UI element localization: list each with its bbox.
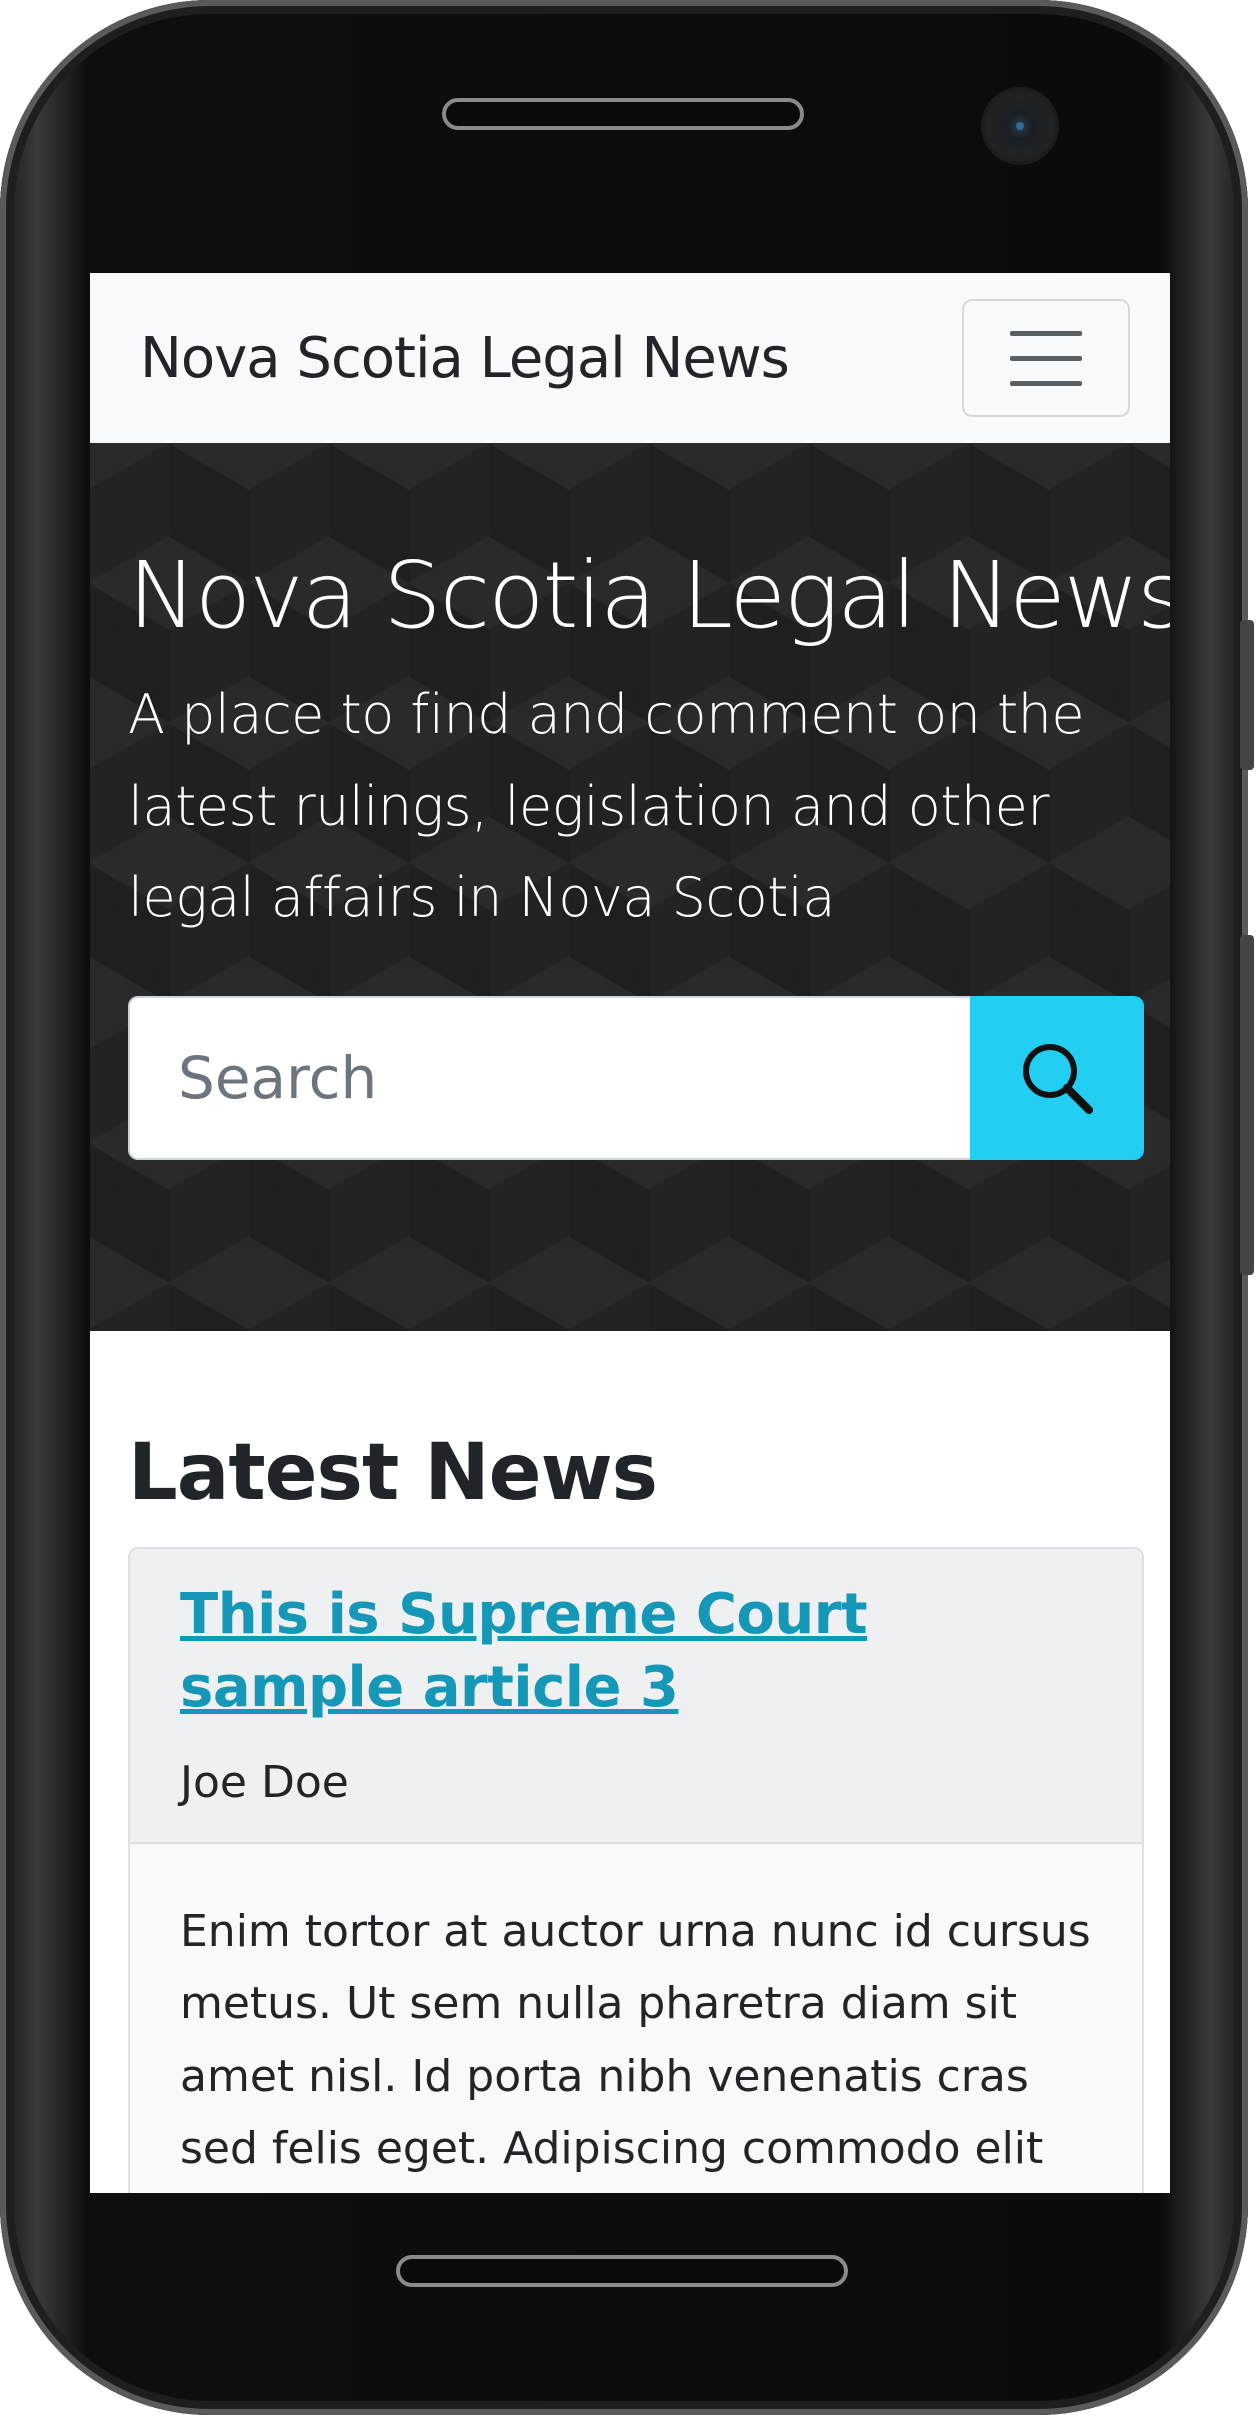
power-button	[1240, 935, 1254, 1275]
search-button[interactable]	[970, 996, 1144, 1161]
navbar: Nova Scotia Legal News	[90, 273, 1170, 443]
article-card: This is Supreme Court sample article 3 J…	[128, 1546, 1144, 2193]
home-button[interactable]	[396, 2255, 848, 2287]
screen: Nova Scotia Legal News Nova Scotia Legal…	[90, 273, 1170, 2193]
navbar-toggler-button[interactable]	[962, 299, 1130, 417]
article-title-link[interactable]: This is Supreme Court sample article 3	[180, 1579, 1092, 1725]
phone-frame: Nova Scotia Legal News Nova Scotia Legal…	[0, 0, 1254, 2415]
search-input[interactable]	[128, 996, 970, 1161]
front-camera	[984, 90, 1056, 162]
earpiece-speaker	[442, 98, 804, 130]
search-group	[128, 996, 1144, 1161]
hero-title: Nova Scotia Legal News	[128, 542, 1170, 649]
navbar-brand[interactable]: Nova Scotia Legal News	[140, 326, 790, 391]
latest-news-section: Latest News This is Supreme Court sample…	[90, 1331, 1170, 2193]
hero-jumbotron: Nova Scotia Legal News A place to find a…	[90, 443, 1170, 1331]
article-card-body: Enim tortor at auctor urna nunc id cursu…	[130, 1844, 1142, 2193]
article-excerpt: Enim tortor at auctor urna nunc id cursu…	[180, 1905, 1091, 2175]
search-icon	[1023, 1044, 1093, 1115]
hamburger-menu-icon-line	[1010, 380, 1082, 386]
article-author: Joe Doe	[180, 1757, 349, 1809]
volume-button	[1240, 620, 1254, 770]
article-card-header: This is Supreme Court sample article 3 J…	[130, 1548, 1142, 1844]
hamburger-menu-icon	[1010, 330, 1082, 336]
hero-lead: A place to find and comment on the lates…	[128, 682, 1085, 930]
hamburger-menu-icon-line	[1010, 355, 1082, 361]
section-heading: Latest News	[128, 1428, 658, 1518]
